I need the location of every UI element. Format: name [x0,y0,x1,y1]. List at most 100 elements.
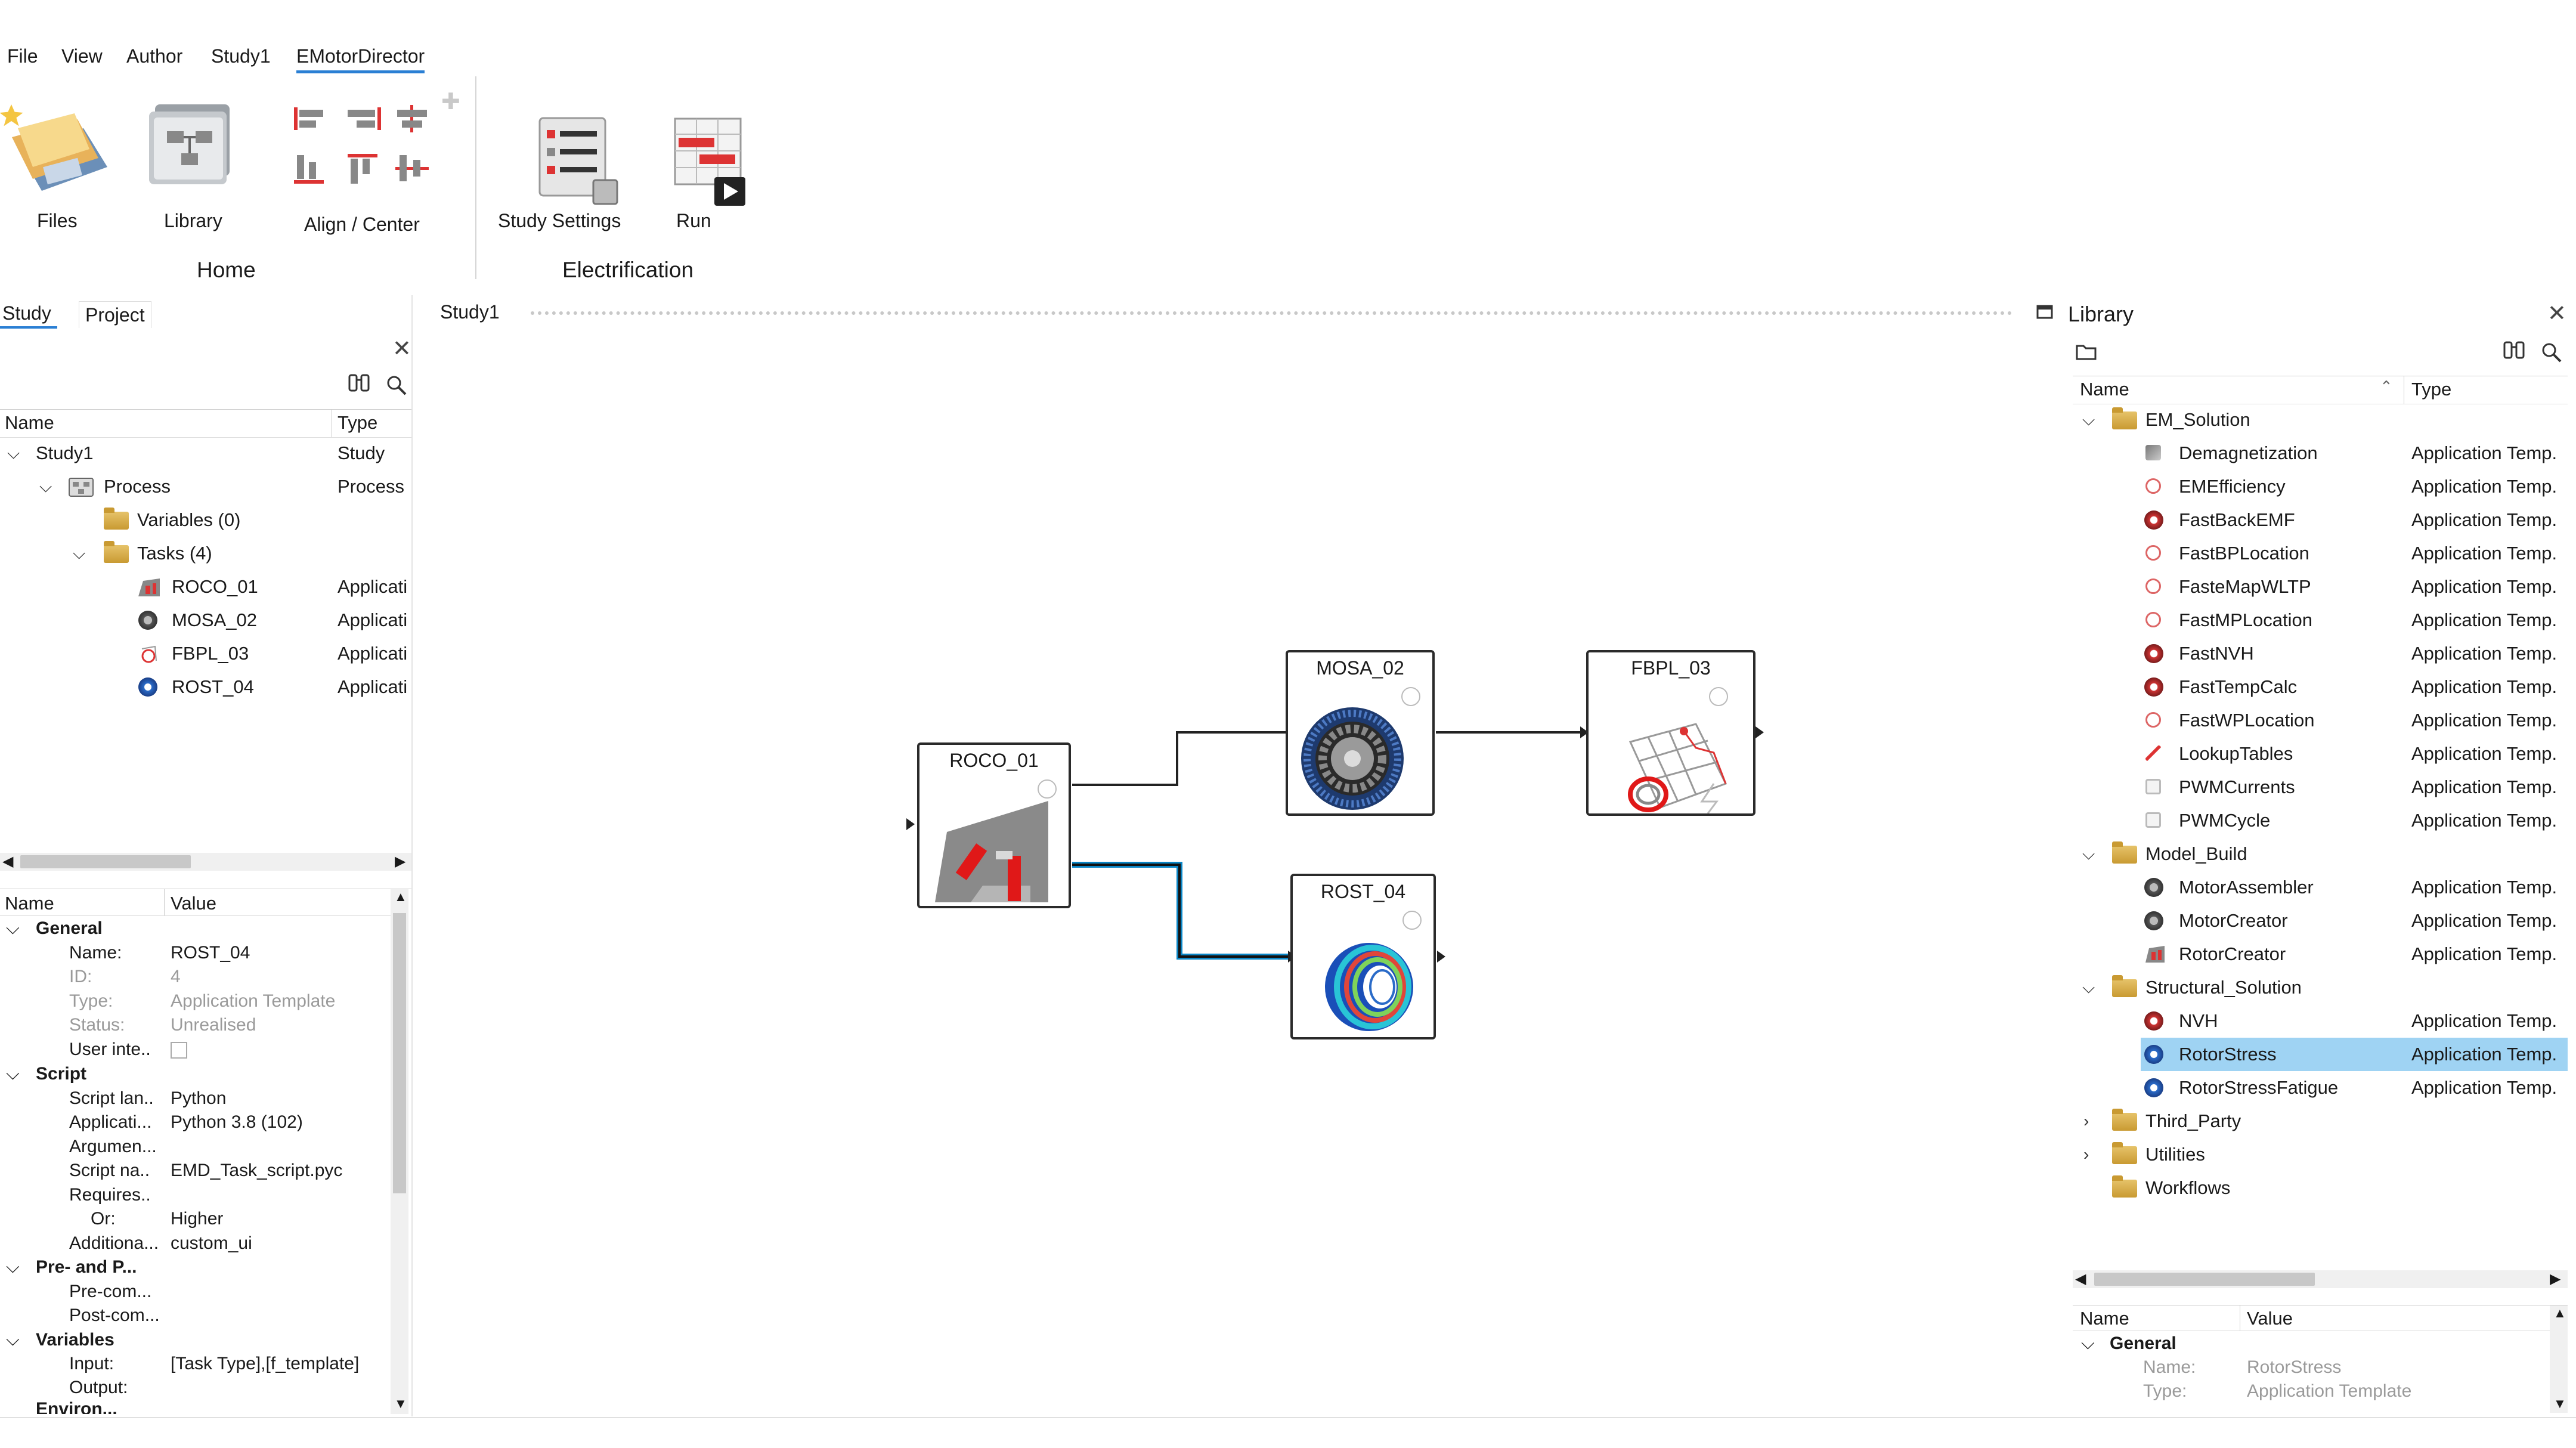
library-folder-workflows[interactable]: Workflows [2073,1171,2568,1205]
node-fbpl-03[interactable]: FBPL_03 [1586,650,1755,816]
library-item-label: RotorCreator [2179,943,2286,964]
node-title: ROST_04 [1320,881,1406,902]
node-mosa-02[interactable]: MOSA_02 [1286,650,1435,816]
folder-icon [2112,1175,2137,1198]
library-item-type: Application Temp. [2411,443,2558,463]
chevron-right-icon[interactable]: › [2083,1138,2089,1171]
library-item-type: Application Temp. [2411,1010,2558,1031]
library-horizontal-scrollbar[interactable]: ◀ ▶ [2073,1270,2568,1288]
library-item-label: Model_Build [2145,843,2247,864]
library-item-type: Application Temp. [2411,710,2558,731]
library-item-fastmplocation[interactable]: FastMPLocation Application Temp. [2073,604,2568,637]
library-item-type: Application Temp. [2411,576,2558,597]
chevron-down-icon[interactable]: ⌵ [2082,403,2095,437]
search-icon[interactable] [2540,341,2564,365]
library-folder-structural-solution[interactable]: ⌵ Structural_Solution [2073,971,2568,1004]
library-item-label: EM_Solution [2145,409,2250,430]
library-item-motorassembler[interactable]: MotorAssembler Application Temp. [2073,871,2568,904]
library-item-fasttempcalc[interactable]: FastTempCalc Application Temp. [2073,670,2568,704]
library-item-type: Application Temp. [2411,676,2558,697]
folder-open-icon[interactable] [2075,341,2099,363]
library-item-label: FastBackEMF [2179,509,2295,530]
library-item-label: Structural_Solution [2145,977,2302,998]
library-item-pwmcycle[interactable]: PWMCycle Application Temp. [2073,804,2568,837]
library-folder-third-party[interactable]: › Third_Party [2073,1104,2568,1138]
library-item-type: Application Temp. [2411,543,2558,564]
library-item-demagnetization[interactable]: Demagnetization Application Temp. [2073,437,2568,470]
rost-output-port[interactable] [1437,951,1445,963]
library-item-label: NVH [2179,1010,2218,1031]
library-folder-model-build[interactable]: ⌵ Model_Build [2073,837,2568,871]
library-item-type: Application Temp. [2411,1077,2558,1098]
chevron-down-icon[interactable]: ⌵ [2082,971,2095,1004]
library-header-type[interactable]: Type [2411,376,2451,403]
motor-creator-icon [2144,911,2163,930]
roco-input-port[interactable] [906,818,915,830]
library-item-rotorcreator[interactable]: RotorCreator Application Temp. [2073,938,2568,971]
library-item-fastnvh[interactable]: FastNVH Application Temp. [2073,637,2568,670]
nvh-icon [2144,1011,2163,1031]
node-roco-01[interactable]: ROCO_01 [917,742,1071,908]
library-item-motorcreator[interactable]: MotorCreator Application Temp. [2073,904,2568,938]
rotor-stress-icon [1325,943,1413,1031]
library-item-rotorstress[interactable]: RotorStress Application Temp. [2141,1038,2568,1071]
library-item-pwmcurrents[interactable]: PWMCurrents Application Temp. [2073,771,2568,804]
pwm-cycle-icon [2145,812,2161,828]
library-item-lookuptables[interactable]: LookupTables Application Temp. [2073,737,2568,771]
library-item-emefficiency[interactable]: EMEfficiency Application Temp. [2073,470,2568,503]
library-item-type: Application Temp. [2411,910,2558,931]
library-folder-utilities[interactable]: › Utilities [2073,1138,2568,1171]
library-item-type: Application Temp. [2411,877,2558,898]
library-item-nvh[interactable]: NVH Application Temp. [2073,1004,2568,1038]
library-item-fastemapwltp[interactable]: FasteMapWLTP Application Temp. [2073,570,2568,604]
library-item-label: RotorStressFatigue [2179,1077,2339,1098]
nvh-icon [2144,644,2163,663]
library-item-label: MotorCreator [2179,910,2288,931]
library-props-header-name: Name [2080,1308,2129,1329]
backemf-icon [2144,510,2163,530]
library-item-label: LookupTables [2179,743,2293,764]
library-item-fastbplocation[interactable]: FastBPLocation Application Temp. [2073,537,2568,570]
library-item-label: FastWPLocation [2179,710,2315,731]
library-props-scrollbar[interactable]: ▲ ▼ [2550,1305,2568,1413]
rotor-creator-icon [2145,946,2165,963]
library-item-rotorstressfatigue[interactable]: RotorStressFatigue Application Temp. [2073,1071,2568,1104]
library-properties: Name Value ⌵ General Name: RotorStress T… [2073,1305,2568,1413]
folder-icon [2112,407,2137,429]
fbpl-output-port[interactable] [1755,726,1764,738]
efficiency-icon [2145,478,2161,494]
sort-ascending-icon[interactable]: ⌃ [2380,378,2393,396]
library-item-label: MotorAssembler [2179,877,2314,898]
library-item-label: Workflows [2145,1177,2231,1198]
pwm-currents-icon [2145,779,2161,794]
close-icon[interactable]: ✕ [2547,302,2566,326]
library-header-name[interactable]: Name [2080,376,2129,403]
connection-roco-mosa[interactable] [1072,731,1287,786]
library-item-label: PWMCurrents [2179,776,2295,797]
node-rost-04[interactable]: ROST_04 [1290,874,1436,1039]
chevron-down-icon[interactable]: ⌵ [2082,837,2095,871]
scroll-thumb[interactable] [2094,1273,2315,1286]
library-item-type: Application Temp. [2411,1044,2558,1065]
wplocation-icon [2145,712,2161,728]
library-item-fastbackemf[interactable]: FastBackEMF Application Temp. [2073,503,2568,537]
scroll-right-icon[interactable]: ▶ [2550,1270,2560,1288]
chevron-right-icon[interactable]: › [2083,1104,2089,1138]
scroll-down-icon[interactable]: ▼ [2553,1396,2566,1412]
library-item-fastwplocation[interactable]: FastWPLocation Application Temp. [2073,704,2568,737]
panel-restore-icon[interactable] [2036,303,2054,321]
folder-icon [2112,975,2137,997]
node-title: FBPL_03 [1631,657,1711,679]
rotor-fatigue-icon [2144,1078,2163,1097]
rotor-stress-icon [2144,1045,2163,1064]
scroll-left-icon[interactable]: ◀ [2075,1270,2086,1288]
binoculars-icon[interactable] [2502,340,2528,364]
bplocation-icon [2145,545,2161,561]
library-item-label: Demagnetization [2179,443,2318,463]
scroll-up-icon[interactable]: ▲ [2553,1305,2566,1321]
library-item-type: Application Temp. [2411,943,2558,964]
chevron-down-icon[interactable]: ⌵ [2081,1332,2095,1356]
library-item-label: RotorStress [2179,1044,2277,1065]
library-folder-em-solution[interactable]: ⌵ EM_Solution [2073,403,2568,437]
emap-icon [2145,578,2161,594]
